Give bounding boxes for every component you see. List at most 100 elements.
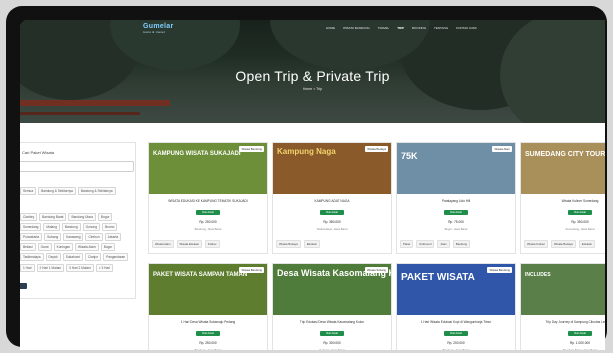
details-button[interactable]: lihat detail <box>444 210 468 215</box>
nav-item-wisata-bandung[interactable]: Wisata Bandung <box>343 26 370 30</box>
trip-card-price: Rp. 350.000 <box>571 220 589 224</box>
trip-card-image-text: 75K <box>401 151 418 161</box>
filter-chip[interactable]: Bandung Utara <box>68 213 96 221</box>
trip-card-category-label: Wisata Budaya <box>365 146 388 152</box>
trip-card[interactable]: Kampung Naga Wisata Budaya KAMPUNG ADAT NA… <box>272 142 392 254</box>
filter-chip[interactable]: Depok <box>45 253 61 261</box>
nav-item-travel[interactable]: Travel <box>378 26 389 30</box>
trip-card-title[interactable]: 1 Hari Wisata Edukasi Kopi di Wangunharj… <box>397 320 515 324</box>
trip-card-image[interactable]: Kampung Naga Wisata Budaya <box>273 143 391 194</box>
trip-card-title[interactable]: Trip Day Journey di Kampung Cibodas Lemb… <box>521 320 605 324</box>
trip-card[interactable]: SUMEDANG CITY TOURWisata BudayaWisata Ku… <box>520 142 605 254</box>
filter-chip[interactable]: Bandung <box>61 223 81 231</box>
filter-chip[interactable]: Bogor <box>97 213 113 221</box>
filter-chip[interactable]: Cirebon <box>85 233 103 241</box>
trip-card-category-label: Wisata Bandung <box>239 267 264 273</box>
filter-chip[interactable]: Bandung & Sekitarnya <box>38 187 76 195</box>
filter-chip[interactable]: Ciwidey <box>20 213 38 221</box>
nav-item-tentang[interactable]: Tentang <box>434 26 448 30</box>
filter-submit-button[interactable] <box>20 283 27 289</box>
trip-card-title[interactable]: WISATA EDUKASI KE KAMPUNG TEMATIK SUKAJA… <box>149 199 267 203</box>
search-input[interactable] <box>20 161 134 172</box>
filter-chip[interactable]: Sukabumi <box>62 253 83 261</box>
filter-chip[interactable]: Bandung Barat <box>39 213 67 221</box>
trip-card-tag[interactable]: Wisata Budaya <box>551 240 576 248</box>
trip-card-tag[interactable]: Edukasi <box>578 240 595 248</box>
filter-chip[interactable]: Subang <box>44 233 62 241</box>
logo-text: Gumelar <box>143 23 174 30</box>
trip-card-image[interactable]: PAKET WISATA Wisata Bandung <box>397 264 515 315</box>
trip-card-title[interactable]: Trip Edukasi Desa Wisata Kasomalang Kulo… <box>273 320 391 324</box>
details-button[interactable]: lihat detail <box>196 331 220 336</box>
trip-card[interactable]: PAKET WISATA Wisata Bandung 1 Hari Wisata … <box>396 263 516 350</box>
filter-chip[interactable]: 1 Hari <box>20 264 35 272</box>
trip-card-tag[interactable]: Wisata Budaya <box>276 240 301 248</box>
nav-item-trip[interactable]: Trip <box>397 26 404 30</box>
hero-banner: Gumelar tours & travel Home Wisata Bandu… <box>20 20 605 123</box>
trip-card-tags: Paket Outbound Alam Bandung <box>400 240 471 248</box>
filter-chip[interactable]: Malang <box>43 223 60 231</box>
trip-card-title[interactable]: KAMPUNG ADAT NAGA <box>273 199 391 203</box>
trip-card[interactable]: PAKET WISATA SAMPAN TAMAN Wisata Bandung 1… <box>148 263 268 350</box>
trip-card-image[interactable]: Desa Wisata Kasomalang KulonWisata Suban… <box>273 264 391 315</box>
trip-card-title[interactable]: 1 Hari Desa Wisata Sukamaju Pedang <box>149 320 267 324</box>
trip-card-tag[interactable]: Wisata Edukasi <box>176 240 202 248</box>
trip-card-tag[interactable]: Bandung <box>452 240 471 248</box>
nav-item-kontak[interactable]: Kontak Kami <box>456 26 476 30</box>
trip-card-image[interactable]: PAKET WISATA SAMPAN TAMAN Wisata Bandung <box>149 264 267 315</box>
details-button[interactable]: lihat detail <box>444 331 468 336</box>
trip-card-tag[interactable]: Wisata Alam <box>152 240 174 248</box>
filter-chips-category: Semua Bandung & Sekitarnya Bandung & Sekit… <box>20 187 132 195</box>
filter-chip[interactable]: Purwakarta <box>20 233 43 241</box>
filter-chip[interactable]: Cianjur <box>84 253 102 261</box>
filter-chip[interactable]: Bekasi <box>20 243 36 251</box>
filter-chip[interactable]: Bogor <box>100 243 116 251</box>
trip-card[interactable]: 75K Wisata Alam Paralayang Lido Hill lihat … <box>396 142 516 254</box>
details-button[interactable]: lihat detail <box>196 210 220 215</box>
breadcrumb[interactable]: Home > Trip <box>20 87 605 91</box>
details-button[interactable]: lihat detail <box>568 331 592 336</box>
filter-chip[interactable]: 3 Hari 2 Malam <box>66 264 94 272</box>
page-title: Open Trip & Private Trip <box>235 68 390 84</box>
filter-chip[interactable]: Jakarta <box>104 233 122 241</box>
filter-chip[interactable]: Bromo <box>102 223 118 231</box>
filter-chip[interactable]: Tasikmalaya <box>20 253 44 261</box>
filter-chip[interactable]: Gunung <box>82 223 100 231</box>
trip-card-location: Bogor, Jawa Barat <box>444 227 468 231</box>
filter-chip[interactable]: Semua <box>20 187 37 195</box>
details-button[interactable]: lihat detail <box>568 210 592 215</box>
trip-card-image-text: INCLUDES <box>525 272 551 278</box>
filter-chip[interactable]: Pangandaran <box>103 253 129 261</box>
filter-chip[interactable]: Wisata Alam <box>75 243 99 251</box>
trip-card-tag[interactable]: Kuliner <box>204 240 220 248</box>
site-logo[interactable]: Gumelar tours & travel <box>143 23 174 34</box>
details-button[interactable]: lihat detail <box>320 210 344 215</box>
trip-card-image[interactable]: SUMEDANG CITY TOURWisata Budaya <box>521 143 605 194</box>
filter-chip[interactable]: > 3 Hari <box>95 264 114 272</box>
filter-sidebar: Cari Paket Wisata Semua Bandung & Sekitar… <box>20 142 136 299</box>
logo-tagline: tours & travel <box>143 30 165 34</box>
trip-card-tag[interactable]: Alam <box>437 240 450 248</box>
trip-card-tag[interactable]: Wisata Kuliner <box>524 240 549 248</box>
details-button[interactable]: lihat detail <box>320 331 344 336</box>
filter-chip[interactable]: Kuningan <box>53 243 74 251</box>
trip-card[interactable]: INCLUDESWisata Alam Trip Day Journey di K… <box>520 263 605 350</box>
filter-chip[interactable]: Sumedang <box>20 223 42 231</box>
nav-item-home[interactable]: Home <box>326 26 335 30</box>
filter-chip[interactable]: Karawang <box>63 233 84 241</box>
nav-item-booking[interactable]: Booking <box>412 26 426 30</box>
trip-card-tag[interactable]: Edukasi <box>303 240 320 248</box>
filter-chip[interactable]: Bandung & Sekitarnya <box>77 187 116 195</box>
filter-chip[interactable]: 2 Hari 1 Malam <box>36 264 65 272</box>
trip-card-image[interactable]: KAMPUNG WISATA SUKAJADI Wisata Bandung <box>149 143 267 194</box>
trip-card-title[interactable]: Paralayang Lido Hill <box>397 199 515 203</box>
trip-card-image[interactable]: INCLUDESWisata Alam <box>521 264 605 315</box>
trip-card-tag[interactable]: Paket <box>400 240 414 248</box>
trip-card-title[interactable]: Wisata Kuliner Sumedang <box>521 199 605 203</box>
trip-card[interactable]: Desa Wisata Kasomalang KulonWisata Suban… <box>272 263 392 350</box>
trip-card-tag[interactable]: Outbound <box>416 240 435 248</box>
filter-chip[interactable]: Garut <box>37 243 52 251</box>
trip-card-image[interactable]: 75K Wisata Alam <box>397 143 515 194</box>
trip-card[interactable]: KAMPUNG WISATA SUKAJADI Wisata Bandung WIS… <box>148 142 268 254</box>
trip-card-image-text: SUMEDANG CITY TOUR <box>525 151 605 158</box>
